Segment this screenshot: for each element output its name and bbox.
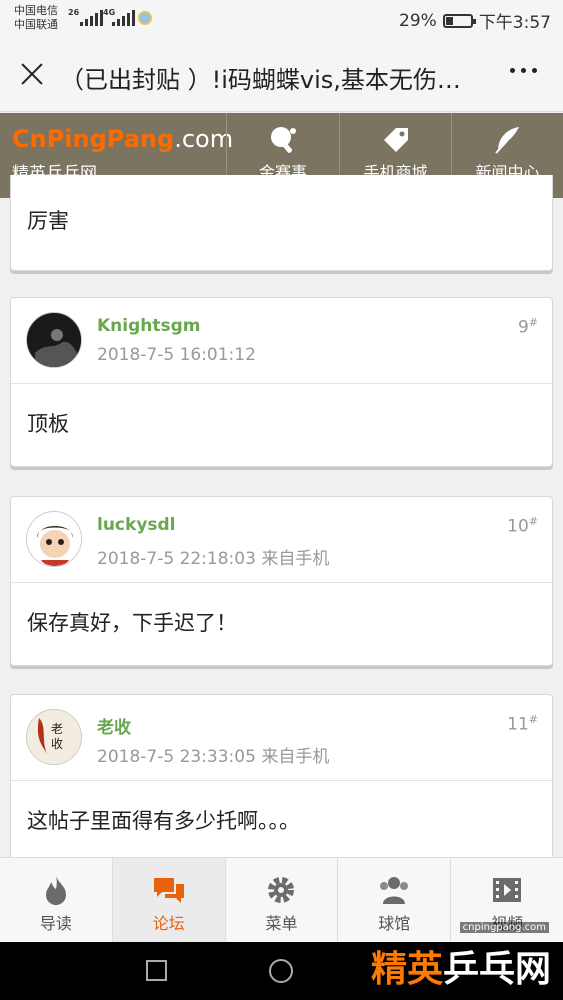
gear-icon [268,877,295,903]
title-bar: （已出封贴 ）!i码蝴蝶vis,基本无伤… [0,38,563,112]
signal-1-label: 26 [68,8,80,17]
post-username[interactable]: Knightsgm [97,316,201,336]
close-icon[interactable] [16,58,48,90]
post-header: 老收 老收 2018-7-5 23:33:05 来自手机 11# [11,695,552,781]
logo-brand: CnPingPang [12,125,175,153]
post-body: 厉害 [27,209,69,233]
flame-icon [45,876,66,905]
post-header: luckysdl 2018-7-5 22:18:03 来自手机 10# [11,497,552,583]
users-icon [380,877,409,904]
feather-icon [494,127,519,154]
logo-domain: .com [174,125,234,153]
price-tag-icon [383,128,408,152]
tab-guide[interactable]: 导读 [0,858,113,942]
tab-label: 菜单 [265,914,298,933]
post-username[interactable]: 老收 [97,713,131,738]
post-body: 顶板 [27,412,69,436]
carrier-1: 中国电信 [14,4,58,17]
more-options-icon[interactable] [510,68,537,73]
post-meta: 2018-7-5 23:33:05 来自手机 [97,747,330,767]
battery-fill [445,16,453,25]
avatar-text: 老收 [51,722,64,751]
battery-icon [442,13,476,28]
carrier-info: 中国电信 中国联通 [14,4,58,32]
status-bar: 中国电信 中国联通 26 4G 29% 下午3:57 [0,0,563,38]
avatar[interactable] [26,312,82,368]
recent-apps-icon[interactable] [146,960,167,981]
page-title: （已出封贴 ）!i码蝴蝶vis,基本无伤… [60,66,461,94]
chat-bubbles-icon [153,878,184,903]
signal-1-icon [80,8,103,26]
signal-2-icon [112,8,135,26]
floor-number: 10# [507,515,538,537]
avatar[interactable] [26,511,82,567]
watermark-url: cnpingpang.com [459,922,549,933]
post-card: luckysdl 2018-7-5 22:18:03 来自手机 10# 保存真好… [10,496,553,666]
film-icon [493,878,522,902]
floor-number: 9# [517,316,538,338]
watermark-text: 精英乒乓网 [370,949,551,990]
tab-menu[interactable]: 菜单 [226,858,339,942]
post-meta: 2018-7-5 22:18:03 来自手机 [97,549,330,569]
pingpong-paddle-icon [271,127,296,153]
status-right: 29% 下午3:57 [399,8,551,34]
app-notification-icon [138,11,152,25]
post-username[interactable]: luckysdl [97,515,176,535]
home-icon[interactable] [269,959,293,983]
battery-percent: 29% [399,10,437,31]
clock: 下午3:57 [478,13,551,33]
tab-label: 论坛 [152,914,185,933]
site-watermark: cnpingpang.com 精英乒乓网 [371,918,557,998]
post-card: 厉害 [10,175,553,271]
tab-forum[interactable]: 论坛 [112,858,226,942]
post-body: 这帖子里面得有多少托啊。。。 [27,809,300,833]
avatar[interactable]: 老收 [26,709,82,765]
post-card: Knightsgm 2018-7-5 16:01:12 9# 顶板 [10,297,553,467]
post-header: Knightsgm 2018-7-5 16:01:12 9# [11,298,552,384]
tab-label: 导读 [39,914,72,933]
carrier-2: 中国联通 [14,18,58,31]
post-meta: 2018-7-5 16:01:12 [97,345,256,365]
post-body: 保存真好，下手迟了！ [27,611,237,635]
floor-number: 11# [507,713,538,735]
